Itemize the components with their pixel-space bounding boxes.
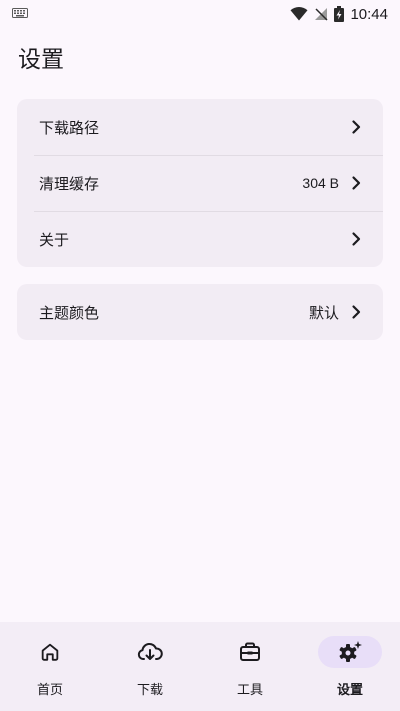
nav-item-download[interactable]: 下载 bbox=[100, 622, 200, 711]
setting-clear-cache[interactable]: 清理缓存 304 B bbox=[17, 155, 383, 211]
bottom-navigation: 首页 下载 工具 设置 bbox=[0, 622, 400, 711]
chevron-right-icon bbox=[352, 120, 361, 134]
setting-label: 关于 bbox=[39, 230, 70, 249]
status-icons: 10:44 bbox=[290, 4, 388, 24]
chevron-right-icon bbox=[352, 232, 361, 246]
settings-icon bbox=[339, 641, 362, 662]
wifi-icon bbox=[290, 7, 308, 21]
toolbox-icon bbox=[240, 642, 260, 661]
nav-label: 设置 bbox=[336, 683, 363, 698]
nav-item-home[interactable]: 首页 bbox=[0, 622, 100, 711]
setting-label: 主题颜色 bbox=[39, 303, 100, 322]
chevron-right-icon bbox=[352, 176, 361, 190]
setting-about[interactable]: 关于 bbox=[17, 211, 383, 267]
nav-label: 首页 bbox=[36, 683, 63, 698]
setting-label: 下载路径 bbox=[39, 118, 100, 137]
setting-label: 清理缓存 bbox=[39, 174, 100, 193]
status-clock: 10:44 bbox=[350, 5, 388, 23]
no-signal-icon bbox=[315, 8, 328, 21]
nav-item-tools[interactable]: 工具 bbox=[200, 622, 300, 711]
settings-card-storage: 下载路径 清理缓存 304 B 关于 bbox=[17, 99, 383, 267]
nav-label: 工具 bbox=[236, 683, 263, 698]
theme-color-value: 默认 bbox=[308, 303, 339, 322]
cloud-download-icon bbox=[137, 642, 163, 660]
settings-card-theme: 主题颜色 默认 bbox=[17, 284, 383, 340]
battery-charging-icon bbox=[334, 6, 345, 22]
keyboard-icon bbox=[12, 8, 28, 18]
cache-size-value: 304 B bbox=[302, 175, 339, 191]
setting-theme-color[interactable]: 主题颜色 默认 bbox=[17, 284, 383, 340]
status-bar: 10:44 bbox=[0, 0, 400, 28]
nav-item-settings[interactable]: 设置 bbox=[300, 622, 400, 711]
setting-download-path[interactable]: 下载路径 bbox=[17, 99, 383, 155]
home-icon bbox=[41, 643, 59, 661]
page-title: 设置 bbox=[18, 47, 64, 73]
chevron-right-icon bbox=[352, 305, 361, 319]
nav-active-indicator bbox=[318, 636, 382, 668]
nav-label: 下载 bbox=[136, 683, 163, 698]
